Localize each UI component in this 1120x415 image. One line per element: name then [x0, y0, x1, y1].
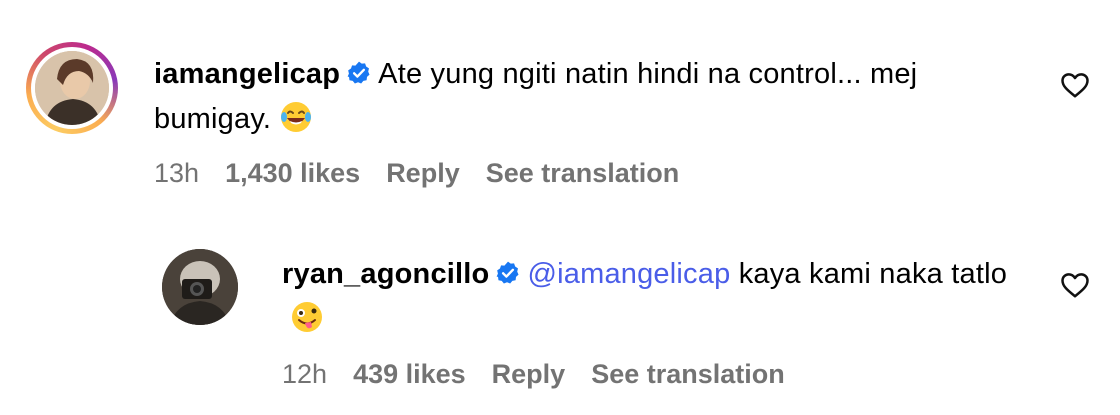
verified-badge-icon [497, 261, 519, 284]
comment-timestamp[interactable]: 12h [282, 359, 327, 389]
laughing-tears-emoji-icon [281, 102, 312, 132]
like-heart-icon[interactable] [1060, 70, 1090, 100]
comment-username[interactable]: ryan_agoncillo [282, 258, 489, 290]
avatar-border [31, 47, 113, 129]
comment-username[interactable]: iamangelicap [154, 58, 340, 90]
avatar-photo-icon [162, 249, 238, 325]
mention-link[interactable]: @iamangelicap [527, 258, 730, 290]
comment-body: ryan_agoncillo @iamangelicap kaya kami na… [282, 252, 1042, 342]
story-ring[interactable] [26, 42, 118, 134]
zany-face-emoji-icon [292, 302, 322, 332]
likes-count[interactable]: 1,430 likes [225, 158, 360, 188]
comment-timestamp[interactable]: 13h [154, 158, 199, 188]
avatar[interactable] [35, 51, 109, 125]
comment-meta: 12h 439 likes Reply See translation [282, 359, 811, 390]
verified-badge-icon [347, 61, 370, 84]
reply-button[interactable]: Reply [386, 158, 460, 188]
like-heart-icon[interactable] [1060, 270, 1090, 300]
see-translation-button[interactable]: See translation [486, 158, 680, 188]
comment-meta: 13h 1,430 likes Reply See translation [154, 158, 705, 189]
reply-button[interactable]: Reply [492, 359, 566, 389]
likes-count[interactable]: 439 likes [353, 359, 466, 389]
comment-text: kaya kami naka tatlo [738, 258, 1008, 290]
see-translation-button[interactable]: See translation [591, 359, 785, 389]
comment-body: iamangelicap Ate yung ngiti natin hindi n… [154, 52, 1034, 142]
avatar-photo-icon [35, 51, 109, 125]
avatar[interactable] [162, 249, 238, 325]
